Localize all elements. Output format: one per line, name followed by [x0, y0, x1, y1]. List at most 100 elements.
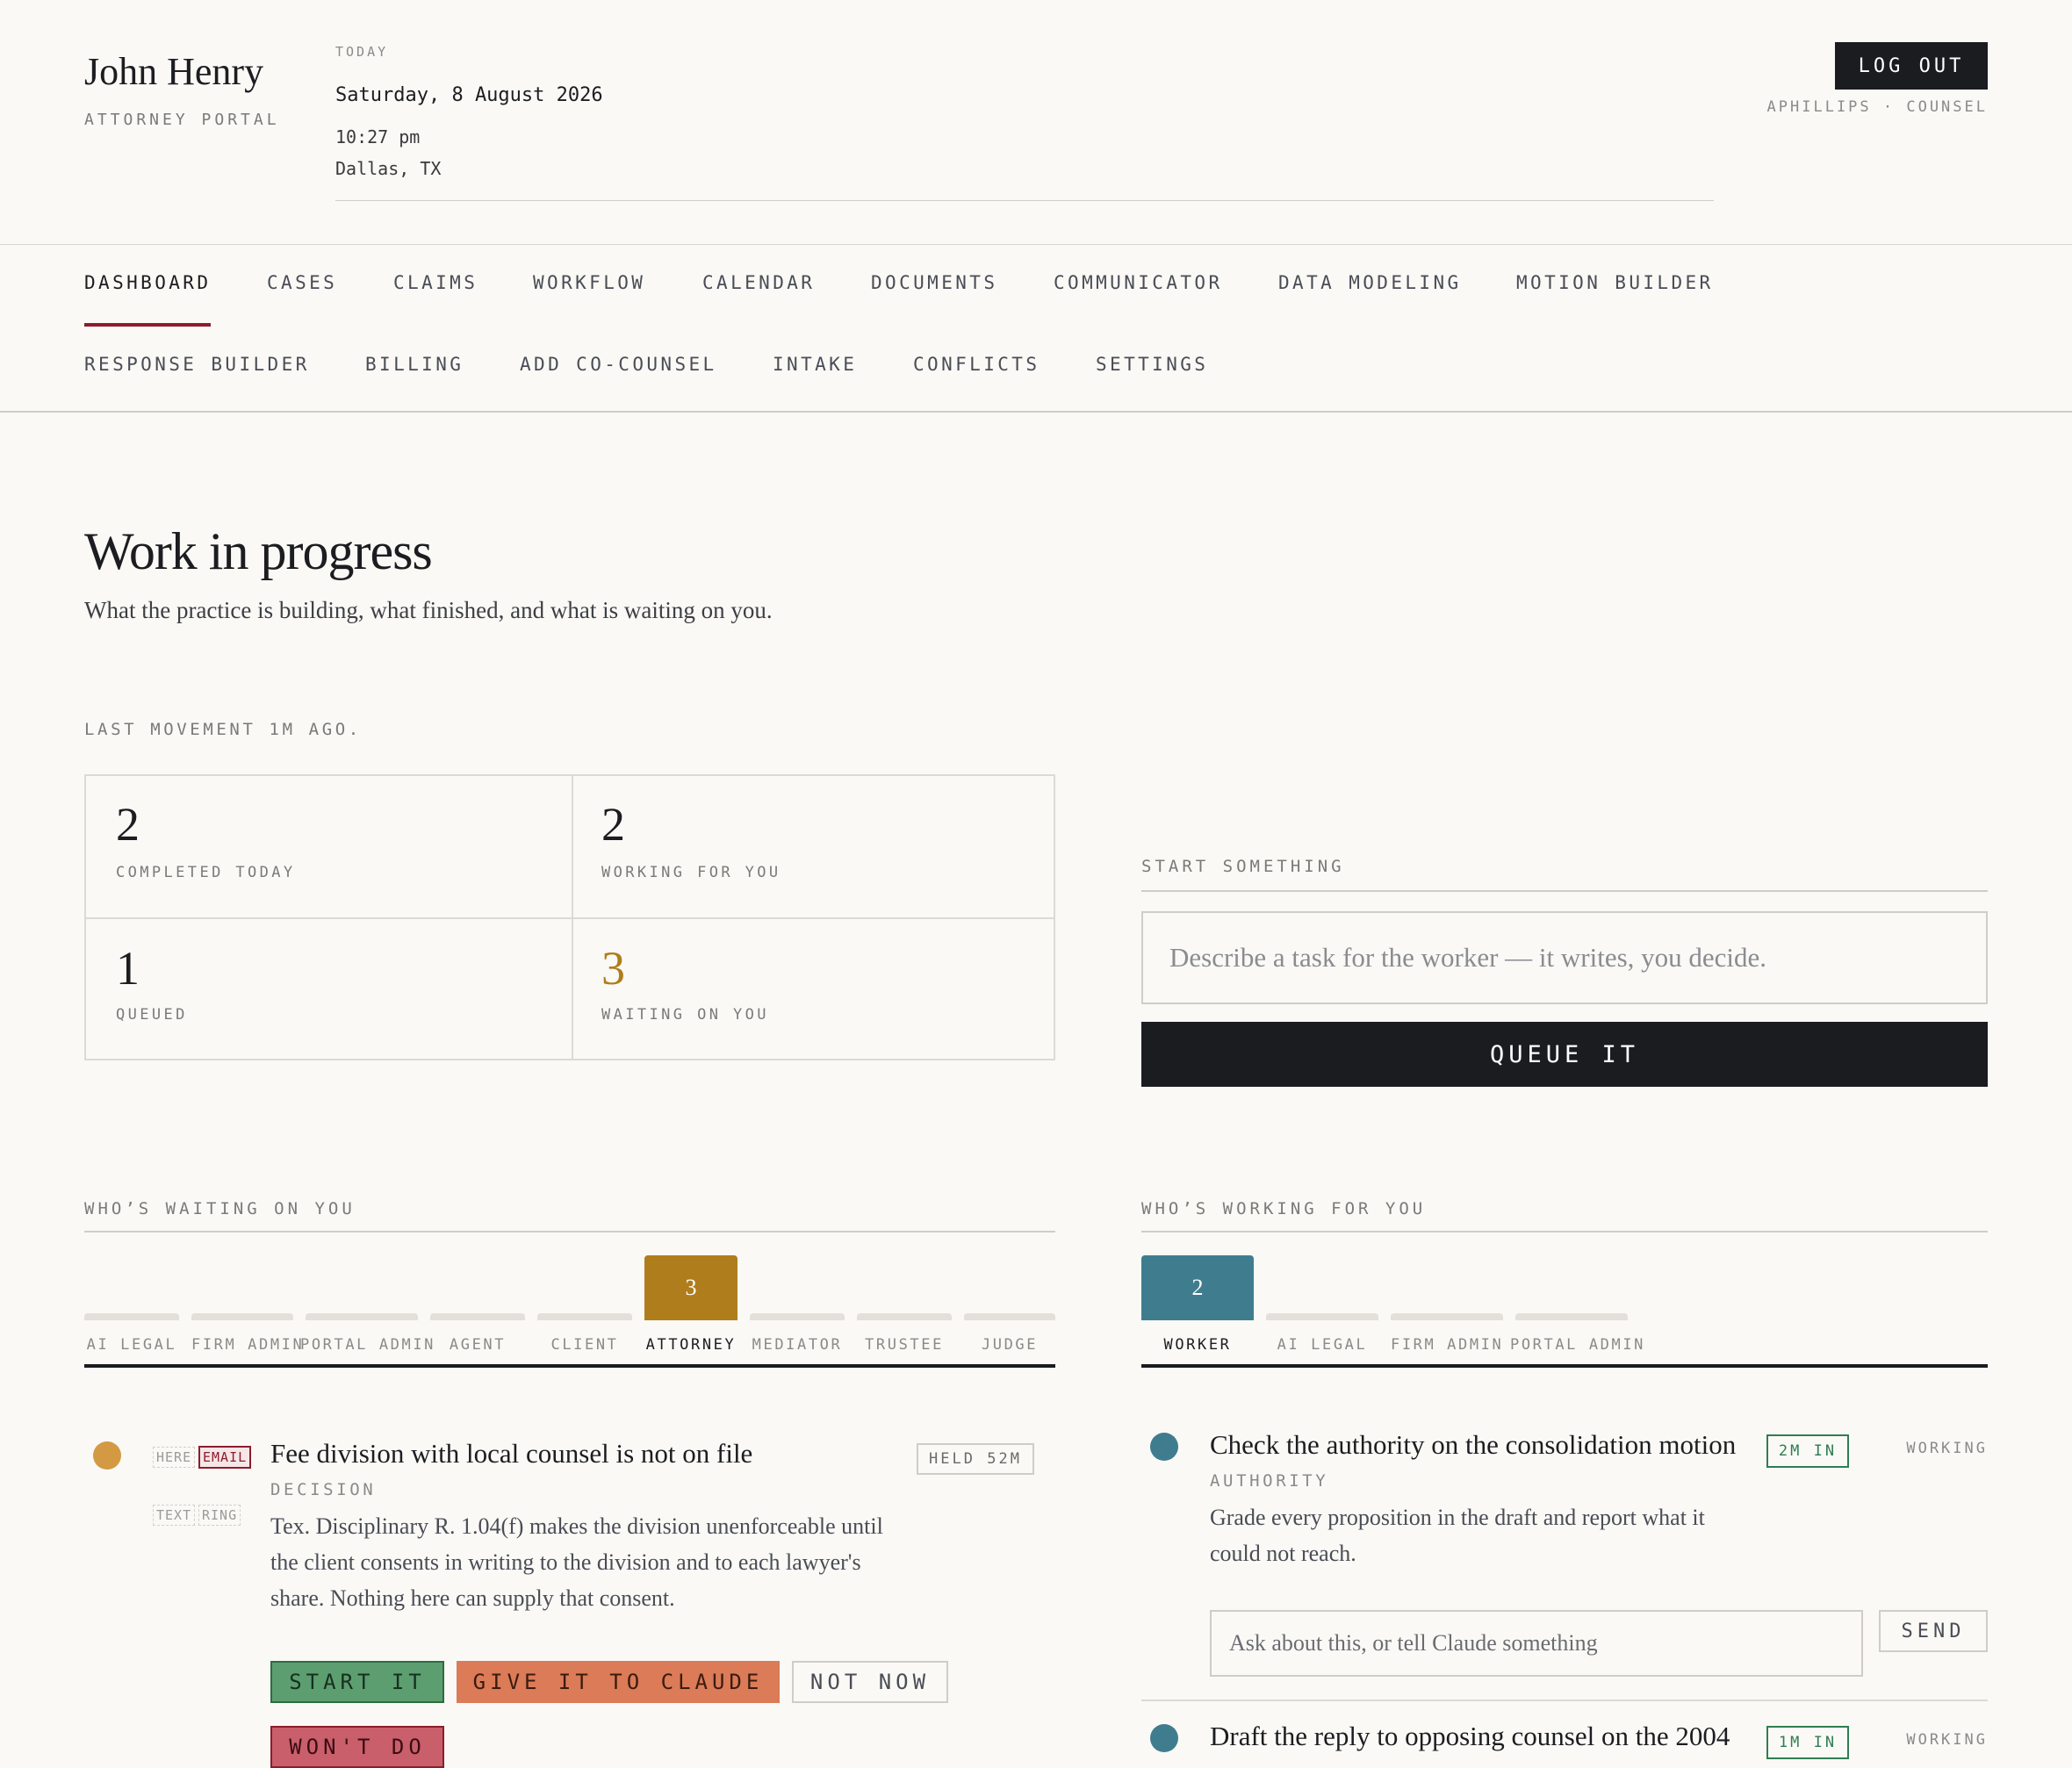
waiting-tab-agent[interactable]: [430, 1313, 525, 1320]
tab-bar: [537, 1313, 632, 1320]
waiting-tab-label: JUDGE: [981, 1336, 1039, 1354]
user-role-label: APHILLIPS · COUNSEL: [1766, 98, 1988, 116]
nav-item-motion-builder[interactable]: MOTION BUILDER: [1516, 272, 1714, 293]
waiting-tab-label: PORTAL ADMIN: [300, 1336, 436, 1354]
nav-item-add-co-counsel[interactable]: ADD CO-COUNSEL: [520, 354, 717, 375]
tab-bar: [857, 1313, 952, 1320]
working-section-label: WHO’S WORKING FOR YOU: [1141, 1199, 1427, 1218]
waiting-tab-ai-legal[interactable]: [84, 1313, 179, 1320]
status-dot-icon: [1150, 1433, 1178, 1461]
nav-item-intake[interactable]: INTAKE: [773, 354, 857, 375]
waiting-tab-portal-admin[interactable]: [306, 1313, 418, 1320]
tab-bar: [306, 1313, 418, 1320]
waiting-tab-label: CLIENT: [550, 1336, 619, 1354]
nav-item-dashboard[interactable]: DASHBOARD: [84, 272, 211, 293]
waiting-tab-trustee[interactable]: [857, 1313, 952, 1320]
waiting-tab-label: FIRM ADMIN: [191, 1336, 305, 1354]
waiting-tab-label: AGENT: [449, 1336, 507, 1354]
waiting-item-title[interactable]: Fee division with local counsel is not o…: [270, 1438, 752, 1470]
today-date: Saturday, 8 August 2026: [335, 84, 603, 106]
nav-active-indicator: [84, 323, 211, 327]
tab-bar: [1391, 1313, 1503, 1320]
wont-do-button[interactable]: WON'T DO: [270, 1726, 444, 1768]
working-item-title[interactable]: Draft the reply to opposing counsel on t…: [1210, 1721, 1730, 1752]
waiting-tab-attorney[interactable]: 3: [644, 1255, 737, 1320]
working-status: WORKING: [1906, 1440, 1988, 1457]
working-item-divider: [1141, 1700, 1988, 1701]
working-tab-label: WORKER: [1163, 1336, 1232, 1354]
nav-item-conflicts[interactable]: CONFLICTS: [913, 354, 1040, 375]
working-item-body: Grade every proposition in the draft and…: [1210, 1505, 1705, 1566]
give-to-claude-button[interactable]: GIVE IT TO CLAUDE: [457, 1661, 780, 1703]
nav-item-communicator[interactable]: COMMUNICATOR: [1054, 272, 1223, 293]
nav-item-workflow[interactable]: WORKFLOW: [533, 272, 645, 293]
waiting-tab-mediator[interactable]: [750, 1313, 845, 1320]
user-name: John Henry: [84, 50, 264, 93]
today-label: TODAY: [335, 44, 389, 60]
tab-bar: [964, 1313, 1055, 1320]
held-badge: HELD 52M: [917, 1443, 1034, 1475]
logout-button[interactable]: LOG OUT: [1835, 42, 1988, 90]
waiting-tab-label: AI LEGAL: [86, 1336, 177, 1354]
stat-queued-label: QUEUED: [116, 1006, 188, 1024]
working-item-tag: AUTHORITY: [1210, 1471, 1329, 1491]
elapsed-badge: 2M IN: [1766, 1434, 1849, 1468]
working-section-divider: [1141, 1231, 1988, 1233]
waiting-section-label: WHO’S WAITING ON YOU: [84, 1199, 356, 1218]
tab-bar: [750, 1313, 845, 1320]
nav-top-divider: [0, 244, 2072, 245]
working-item-title[interactable]: Check the authority on the consolidation…: [1210, 1429, 1736, 1461]
ask-claude-input[interactable]: [1210, 1610, 1863, 1677]
nav-item-claims[interactable]: CLAIMS: [393, 272, 478, 293]
tab-bar: [1515, 1313, 1628, 1320]
working-tabs-baseline: [1141, 1364, 1988, 1368]
waiting-tab-label: MEDIATOR: [752, 1336, 843, 1354]
nav-item-calendar[interactable]: CALENDAR: [702, 272, 815, 293]
working-tab-label: FIRM ADMIN: [1391, 1336, 1504, 1354]
today-time: 10:27 pm: [335, 126, 421, 147]
channel-here-chip[interactable]: HERE: [153, 1447, 196, 1468]
last-movement-label: LAST MOVEMENT 1M AGO.: [84, 720, 362, 739]
queue-it-button[interactable]: QUEUE IT: [1141, 1022, 1988, 1087]
channel-text-chip[interactable]: TEXT: [153, 1505, 196, 1526]
stats-divider-horizontal: [84, 917, 1055, 919]
channel-email-chip[interactable]: EMAIL: [198, 1446, 252, 1469]
waiting-tab-judge[interactable]: [964, 1313, 1055, 1320]
stat-queued-value: 1: [116, 942, 140, 995]
working-tab-ai-legal[interactable]: [1266, 1313, 1378, 1320]
stat-completed-value: 2: [116, 798, 140, 851]
nav-item-settings[interactable]: SETTINGS: [1096, 354, 1208, 375]
stat-completed-label: COMPLETED TODAY: [116, 864, 296, 881]
start-it-button[interactable]: START IT: [270, 1661, 444, 1703]
waiting-tab-label: TRUSTEE: [865, 1336, 944, 1354]
tab-bar: [84, 1313, 179, 1320]
working-tab-worker[interactable]: 2: [1141, 1255, 1254, 1320]
nav-item-billing[interactable]: BILLING: [365, 354, 464, 375]
stat-waiting-label: WAITING ON YOU: [601, 1006, 769, 1024]
tab-bar: [191, 1313, 293, 1320]
nav-item-data-modeling[interactable]: DATA MODELING: [1278, 272, 1462, 293]
waiting-item-tag: DECISION: [270, 1480, 377, 1499]
channel-ring-chip[interactable]: RING: [198, 1505, 241, 1526]
page-title: Work in progress: [84, 522, 433, 580]
start-divider: [1141, 890, 1988, 892]
nav-item-response-builder[interactable]: RESPONSE BUILDER: [84, 354, 310, 375]
nav-item-cases[interactable]: CASES: [267, 272, 337, 293]
today-location: Dallas, TX: [335, 158, 442, 179]
nav-item-documents[interactable]: DOCUMENTS: [871, 272, 997, 293]
elapsed-badge: 1M IN: [1766, 1726, 1849, 1759]
working-tab-portal-admin[interactable]: [1515, 1313, 1628, 1320]
working-tab-firm-admin[interactable]: [1391, 1313, 1503, 1320]
not-now-button[interactable]: NOT NOW: [792, 1661, 948, 1703]
stat-waiting-value: 3: [601, 942, 625, 995]
waiting-tab-firm-admin[interactable]: [191, 1313, 293, 1320]
task-input[interactable]: [1141, 911, 1988, 1004]
header-divider: [335, 200, 1714, 201]
stat-working-label: WORKING FOR YOU: [601, 864, 781, 881]
waiting-tab-client[interactable]: [537, 1313, 632, 1320]
page-subtitle: What the practice is building, what fini…: [84, 597, 773, 623]
send-button[interactable]: SEND: [1879, 1610, 1988, 1652]
nav-bottom-divider: [0, 411, 2072, 413]
waiting-item-body: Tex. Disciplinary R. 1.04(f) makes the d…: [270, 1513, 883, 1611]
working-status: WORKING: [1906, 1731, 1988, 1749]
